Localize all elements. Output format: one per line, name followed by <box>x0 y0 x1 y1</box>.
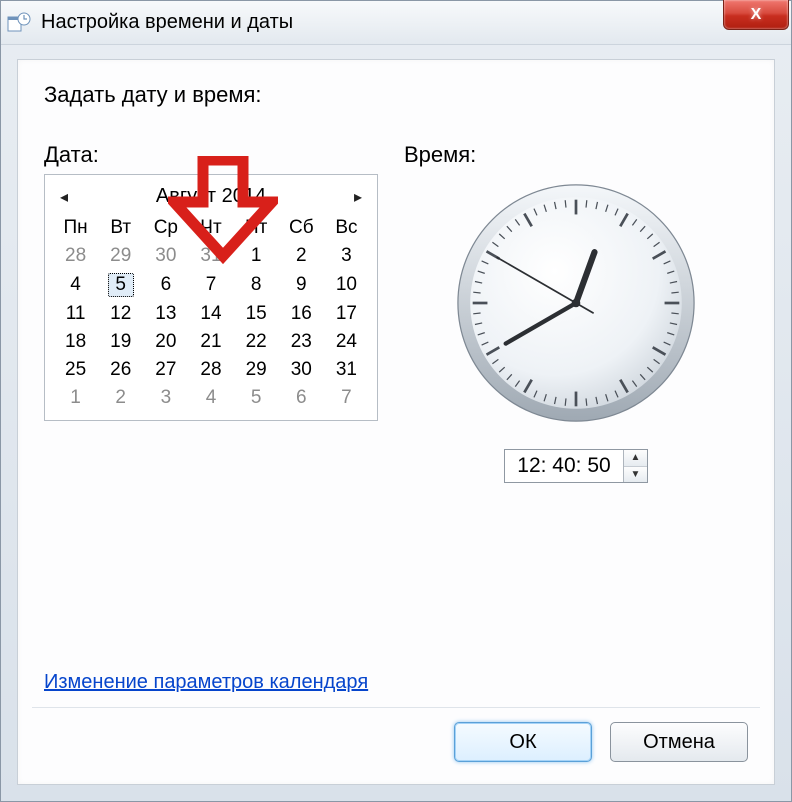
calendar-day[interactable]: 7 <box>324 384 369 412</box>
calendar-day[interactable]: 4 <box>53 270 98 300</box>
calendar-day[interactable]: 31 <box>324 356 369 384</box>
calendar-day[interactable]: 18 <box>53 328 98 356</box>
calendar-day[interactable]: 24 <box>324 328 369 356</box>
next-month-button[interactable]: ▸ <box>349 188 367 206</box>
cancel-button[interactable]: Отмена <box>610 722 748 762</box>
calendar-day[interactable]: 5 <box>98 270 143 300</box>
calendar-weekday: Пн <box>53 214 98 242</box>
calendar-day[interactable]: 27 <box>143 356 188 384</box>
calendar-weekday: Пт <box>234 214 279 242</box>
time-field-wrap: ▲ ▼ <box>504 449 648 483</box>
calendar-day[interactable]: 23 <box>279 328 324 356</box>
calendar-grid: ПнВтСрЧтПтСбВс 2829303112345678910111213… <box>53 214 369 412</box>
clock-face <box>453 180 699 426</box>
calendar-day[interactable]: 2 <box>279 242 324 270</box>
calendar-day[interactable]: 14 <box>188 300 233 328</box>
window-title: Настройка времени и даты <box>41 11 293 34</box>
calendar-day[interactable]: 9 <box>279 270 324 300</box>
time-spin-down[interactable]: ▼ <box>624 467 647 483</box>
calendar-day[interactable]: 3 <box>143 384 188 412</box>
calendar-day[interactable]: 17 <box>324 300 369 328</box>
calendar-month-title[interactable]: Август 2014 <box>156 185 266 208</box>
calendar-day[interactable]: 19 <box>98 328 143 356</box>
calendar-day[interactable]: 1 <box>53 384 98 412</box>
dialog-window: Настройка времени и даты X Задать дату и… <box>0 0 792 802</box>
calendar-day[interactable]: 12 <box>98 300 143 328</box>
calendar-day[interactable]: 3 <box>324 242 369 270</box>
time-input[interactable] <box>505 450 623 482</box>
dialog-buttons: ОК Отмена <box>454 722 748 762</box>
time-label: Время: <box>404 142 748 168</box>
dialog-content: Задать дату и время: Дата: ◂ Август 2014… <box>17 59 775 785</box>
calendar-day[interactable]: 28 <box>53 242 98 270</box>
calendar-weekday: Ср <box>143 214 188 242</box>
calendar-weekday: Сб <box>279 214 324 242</box>
calendar-day[interactable]: 4 <box>188 384 233 412</box>
calendar-day[interactable]: 1 <box>234 242 279 270</box>
titlebar: Настройка времени и даты X <box>1 1 791 45</box>
close-button[interactable]: X <box>723 0 789 30</box>
calendar-day[interactable]: 6 <box>143 270 188 300</box>
calendar-weekday: Вт <box>98 214 143 242</box>
calendar-day[interactable]: 30 <box>143 242 188 270</box>
prev-month-button[interactable]: ◂ <box>55 188 73 206</box>
date-label: Дата: <box>44 142 378 168</box>
section-heading: Задать дату и время: <box>44 82 748 108</box>
time-spinner: ▲ ▼ <box>623 450 647 482</box>
date-column: Дата: ◂ Август 2014 ▸ ПнВтСрЧтПтСбВс 282… <box>44 142 378 421</box>
close-icon: X <box>751 6 762 24</box>
calendar-header: ◂ Август 2014 ▸ <box>53 181 369 214</box>
calendar-day[interactable]: 16 <box>279 300 324 328</box>
calendar-day[interactable]: 7 <box>188 270 233 300</box>
time-spin-up[interactable]: ▲ <box>624 450 647 467</box>
calendar-day[interactable]: 28 <box>188 356 233 384</box>
calendar-day[interactable]: 22 <box>234 328 279 356</box>
calendar-weekday: Чт <box>188 214 233 242</box>
calendar-day[interactable]: 30 <box>279 356 324 384</box>
panels: Дата: ◂ Август 2014 ▸ ПнВтСрЧтПтСбВс 282… <box>44 142 748 483</box>
calendar-day[interactable]: 21 <box>188 328 233 356</box>
calendar-day[interactable]: 20 <box>143 328 188 356</box>
datetime-icon <box>7 11 31 35</box>
calendar-day[interactable]: 10 <box>324 270 369 300</box>
calendar-settings-link[interactable]: Изменение параметров календаря <box>44 671 368 694</box>
calendar-day[interactable]: 29 <box>98 242 143 270</box>
calendar-day[interactable]: 11 <box>53 300 98 328</box>
calendar-weekday: Вс <box>324 214 369 242</box>
calendar-day[interactable]: 25 <box>53 356 98 384</box>
calendar: ◂ Август 2014 ▸ ПнВтСрЧтПтСбВс 282930311… <box>44 174 378 421</box>
calendar-day[interactable]: 31 <box>188 242 233 270</box>
calendar-day[interactable]: 13 <box>143 300 188 328</box>
divider <box>32 707 760 708</box>
calendar-day[interactable]: 26 <box>98 356 143 384</box>
calendar-day[interactable]: 8 <box>234 270 279 300</box>
calendar-day[interactable]: 29 <box>234 356 279 384</box>
ok-button[interactable]: ОК <box>454 722 592 762</box>
calendar-day[interactable]: 15 <box>234 300 279 328</box>
calendar-day[interactable]: 6 <box>279 384 324 412</box>
calendar-day[interactable]: 2 <box>98 384 143 412</box>
time-column: Время: <box>390 142 748 483</box>
calendar-day[interactable]: 5 <box>234 384 279 412</box>
